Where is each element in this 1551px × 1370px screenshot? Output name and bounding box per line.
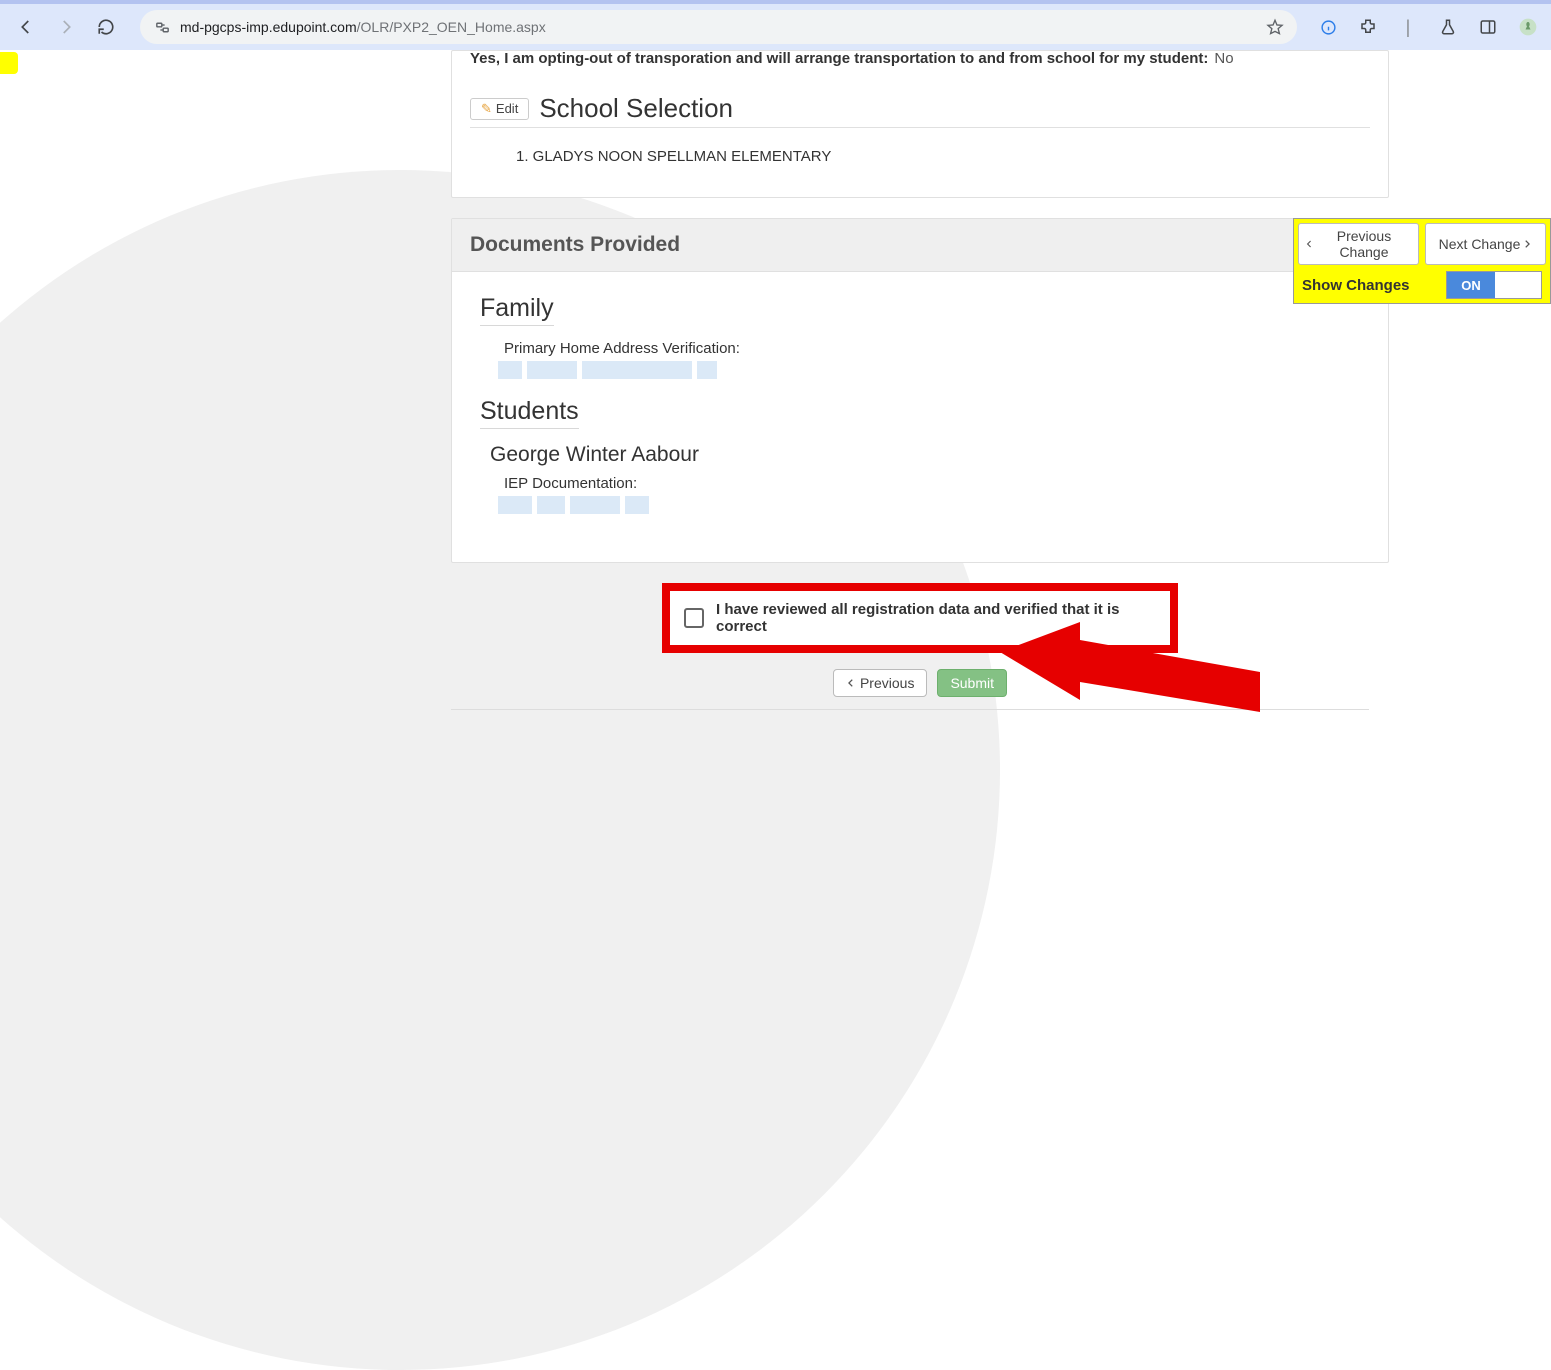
- transportation-optout: Yes, I am opting-out of transporation an…: [470, 49, 1370, 67]
- yellow-marker: [0, 52, 18, 74]
- student-name: George Winter Aabour: [490, 443, 1360, 467]
- pencil-icon: ✎: [481, 101, 492, 117]
- previous-change-button[interactable]: Previous Change: [1298, 223, 1419, 265]
- next-change-label: Next Change: [1439, 236, 1521, 252]
- school-selection-header: ✎ Edit School Selection: [470, 93, 1370, 128]
- family-heading: Family: [480, 294, 554, 326]
- student-doc-label: IEP Documentation:: [504, 475, 1360, 492]
- separator: |: [1395, 14, 1421, 40]
- previous-label: Previous: [860, 675, 914, 691]
- optout-label: Yes, I am opting-out of transporation an…: [470, 50, 1208, 67]
- bookmark-icon[interactable]: [1265, 17, 1285, 37]
- show-changes-label: Show Changes: [1302, 277, 1410, 294]
- school-info-panel: Yes, I am opting-out of transporation an…: [451, 50, 1389, 198]
- info-icon[interactable]: [1315, 14, 1341, 40]
- chevron-right-icon: [1522, 238, 1532, 250]
- students-heading: Students: [480, 397, 579, 429]
- previous-button[interactable]: Previous: [833, 669, 927, 697]
- family-doc-label: Primary Home Address Verification:: [504, 340, 1360, 357]
- documents-header: Documents Provided: [452, 219, 1388, 272]
- edit-label: Edit: [496, 101, 518, 116]
- school-selection-title: School Selection: [539, 93, 733, 124]
- browser-toolbar: md-pgcps-imp.edupoint.com/OLR/PXP2_OEN_H…: [0, 0, 1551, 50]
- documents-title: Documents Provided: [470, 233, 1370, 257]
- prev-change-label: Previous Change: [1316, 228, 1412, 260]
- chevron-left-icon: [846, 677, 856, 689]
- submit-label: Submit: [950, 675, 994, 691]
- back-button[interactable]: [10, 11, 42, 43]
- show-changes-toggle[interactable]: ON: [1446, 271, 1542, 299]
- submit-button[interactable]: Submit: [937, 669, 1007, 697]
- family-doc-redacted: [498, 361, 1360, 379]
- documents-panel: Documents Provided Family Primary Home A…: [451, 218, 1389, 563]
- optout-value: No: [1214, 50, 1233, 67]
- reload-button[interactable]: [90, 11, 122, 43]
- labs-icon[interactable]: [1435, 14, 1461, 40]
- review-checkbox[interactable]: [684, 608, 704, 628]
- toggle-on-label: ON: [1447, 272, 1495, 298]
- annotation-arrow: [1000, 622, 1270, 732]
- profile-icon[interactable]: [1515, 14, 1541, 40]
- panel-icon[interactable]: [1475, 14, 1501, 40]
- school-list-item: 1. GLADYS NOON SPELLMAN ELEMENTARY: [516, 148, 1370, 165]
- next-change-button[interactable]: Next Change: [1425, 223, 1546, 265]
- edit-school-button[interactable]: ✎ Edit: [470, 98, 529, 120]
- chrome-actions: |: [1315, 14, 1541, 40]
- extensions-icon[interactable]: [1355, 14, 1381, 40]
- chevron-left-icon: [1305, 238, 1314, 250]
- changes-widget: Previous Change Next Change Show Changes…: [1293, 218, 1551, 304]
- url-text: md-pgcps-imp.edupoint.com/OLR/PXP2_OEN_H…: [180, 19, 1257, 35]
- site-info-icon[interactable]: [152, 17, 172, 37]
- address-bar[interactable]: md-pgcps-imp.edupoint.com/OLR/PXP2_OEN_H…: [140, 10, 1297, 44]
- student-doc-redacted: [498, 496, 1360, 514]
- forward-button[interactable]: [50, 11, 82, 43]
